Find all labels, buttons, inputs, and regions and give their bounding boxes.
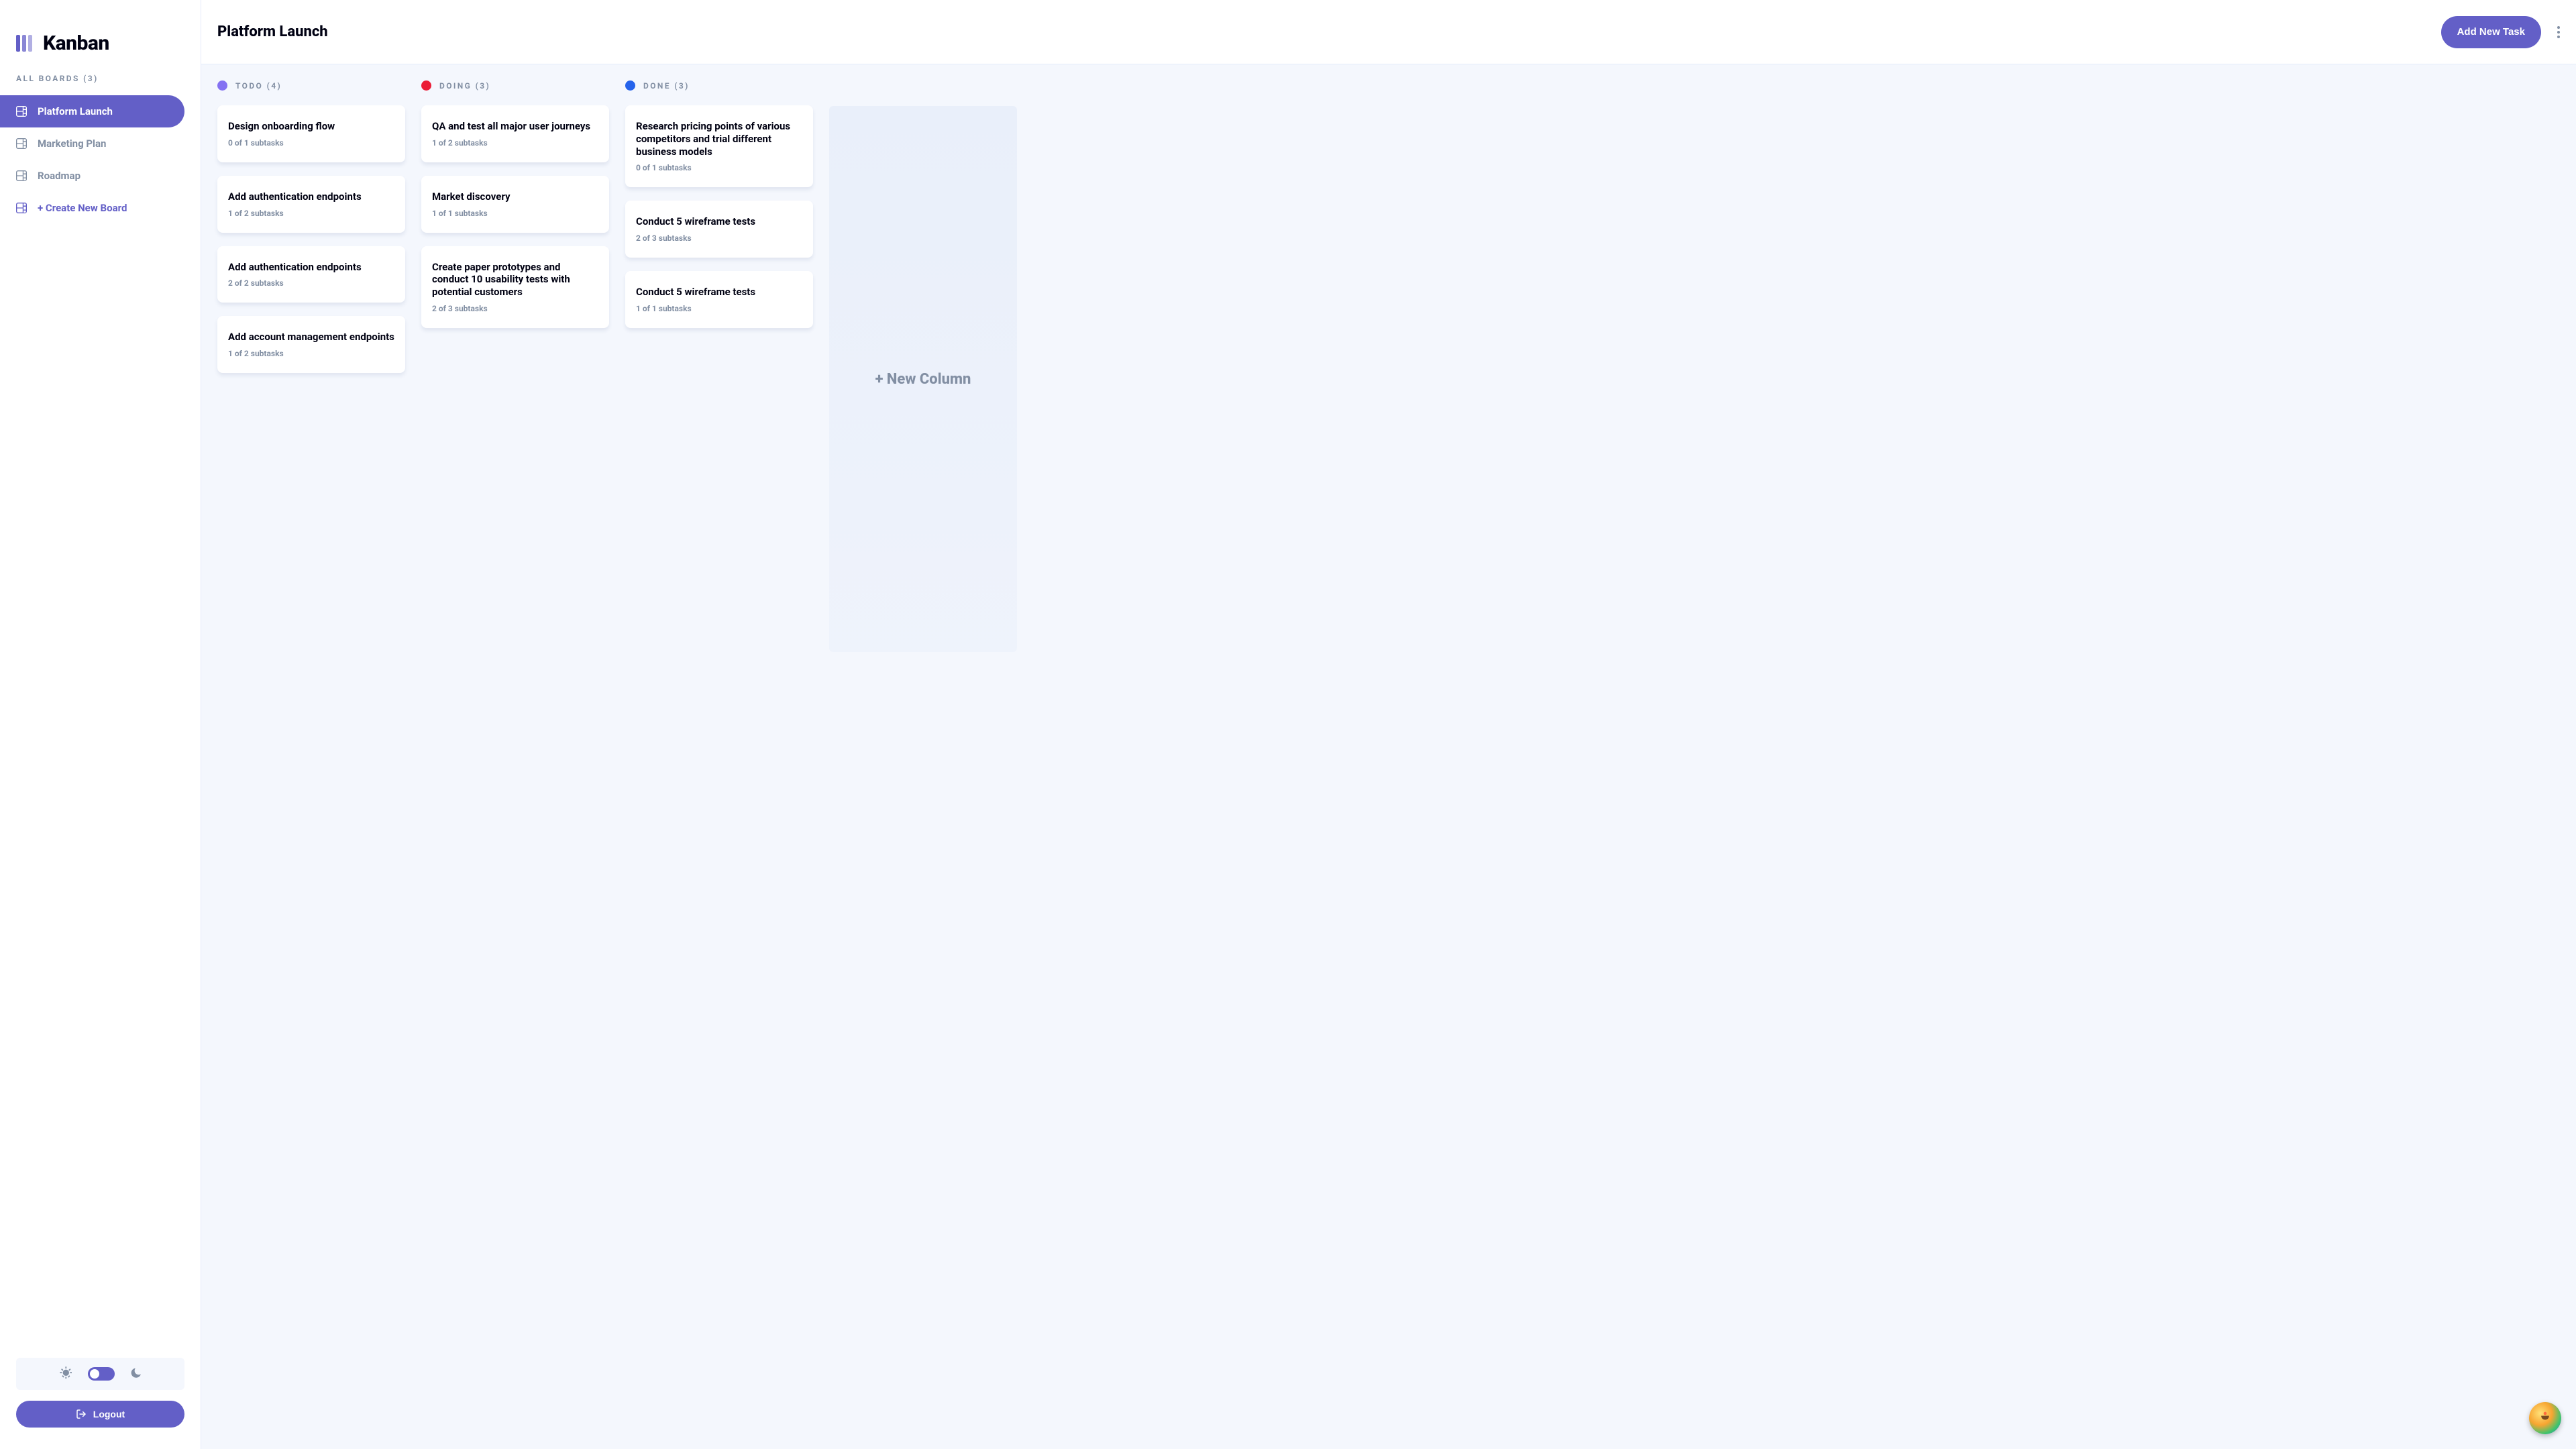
cards: Design onboarding flow 0 of 1 subtasks A… xyxy=(217,105,405,373)
task-card[interactable]: QA and test all major user journeys 1 of… xyxy=(421,105,609,162)
board-icon xyxy=(16,106,27,117)
task-card[interactable]: Add authentication endpoints 1 of 2 subt… xyxy=(217,176,405,233)
board-icon xyxy=(16,203,27,213)
topbar: Platform Launch Add New Task xyxy=(201,0,2576,64)
task-subtasks: 1 of 2 subtasks xyxy=(432,138,598,148)
theme-toggle xyxy=(16,1358,184,1390)
task-title: Market discovery xyxy=(432,191,598,203)
task-subtasks: 2 of 3 subtasks xyxy=(432,304,598,313)
task-card[interactable]: Design onboarding flow 0 of 1 subtasks xyxy=(217,105,405,162)
boards-heading: ALL BOARDS (3) xyxy=(0,64,201,95)
page-title: Platform Launch xyxy=(217,23,328,40)
logo-bars-icon xyxy=(16,35,32,52)
sidebar: Kanban ALL BOARDS (3) Platform Launch Ma… xyxy=(0,0,201,1449)
task-title: Research pricing points of various compe… xyxy=(636,120,802,158)
topbar-actions: Add New Task xyxy=(2441,16,2560,48)
new-column-label: + New Column xyxy=(875,371,971,388)
task-subtasks: 1 of 1 subtasks xyxy=(432,209,598,218)
task-title: QA and test all major user journeys xyxy=(432,120,598,133)
column-dot-icon xyxy=(421,80,431,91)
logout-button[interactable]: Logout xyxy=(16,1401,184,1428)
board-label: Platform Launch xyxy=(38,105,113,117)
board-label: Roadmap xyxy=(38,170,80,182)
floating-badge-icon[interactable] xyxy=(2529,1402,2561,1434)
task-card[interactable]: Market discovery 1 of 1 subtasks xyxy=(421,176,609,233)
column-header: DONE (3) xyxy=(625,80,813,91)
logout-icon xyxy=(76,1409,87,1419)
task-card[interactable]: Conduct 5 wireframe tests 1 of 1 subtask… xyxy=(625,271,813,328)
theme-switch[interactable] xyxy=(88,1367,115,1381)
task-subtasks: 1 of 2 subtasks xyxy=(228,209,394,218)
task-subtasks: 1 of 2 subtasks xyxy=(228,349,394,358)
cards: QA and test all major user journeys 1 of… xyxy=(421,105,609,328)
sidebar-board-marketing-plan[interactable]: Marketing Plan xyxy=(0,127,184,160)
cards: Research pricing points of various compe… xyxy=(625,105,813,328)
column-dot-icon xyxy=(217,80,227,91)
task-title: Add authentication endpoints xyxy=(228,261,394,274)
task-title: Add authentication endpoints xyxy=(228,191,394,203)
task-subtasks: 2 of 2 subtasks xyxy=(228,278,394,288)
board-columns: TODO (4) Design onboarding flow 0 of 1 s… xyxy=(201,64,2576,1449)
app-name: Kanban xyxy=(43,32,109,55)
new-column-button[interactable]: + New Column xyxy=(829,106,1017,652)
column-doing: DOING (3) QA and test all major user jou… xyxy=(421,80,609,328)
task-card[interactable]: Add account management endpoints 1 of 2 … xyxy=(217,316,405,373)
create-new-board[interactable]: + Create New Board xyxy=(0,192,184,224)
sidebar-bottom: Logout xyxy=(0,1358,201,1449)
create-board-label: + Create New Board xyxy=(38,202,127,214)
task-title: Conduct 5 wireframe tests xyxy=(636,286,802,299)
board-label: Marketing Plan xyxy=(38,138,106,150)
task-card[interactable]: Research pricing points of various compe… xyxy=(625,105,813,187)
task-subtasks: 0 of 1 subtasks xyxy=(636,163,802,172)
sidebar-board-platform-launch[interactable]: Platform Launch xyxy=(0,95,184,127)
add-new-task-button[interactable]: Add New Task xyxy=(2441,16,2541,48)
task-title: Design onboarding flow xyxy=(228,120,394,133)
column-title: TODO (4) xyxy=(235,81,282,91)
moon-icon xyxy=(131,1368,141,1381)
column-header: DOING (3) xyxy=(421,80,609,91)
task-title: Conduct 5 wireframe tests xyxy=(636,215,802,228)
column-todo: TODO (4) Design onboarding flow 0 of 1 s… xyxy=(217,80,405,373)
task-card[interactable]: Create paper prototypes and conduct 10 u… xyxy=(421,246,609,328)
column-dot-icon xyxy=(625,80,635,91)
board-list: Platform Launch Marketing Plan Roadmap +… xyxy=(0,95,201,224)
logout-label: Logout xyxy=(93,1409,125,1419)
column-done: DONE (3) Research pricing points of vari… xyxy=(625,80,813,328)
board-menu-icon[interactable] xyxy=(2555,21,2560,44)
column-title: DONE (3) xyxy=(643,81,690,91)
task-title: Add account management endpoints xyxy=(228,331,394,343)
task-subtasks: 1 of 1 subtasks xyxy=(636,304,802,313)
board-icon xyxy=(16,138,27,149)
column-title: DOING (3) xyxy=(439,81,490,91)
column-header: TODO (4) xyxy=(217,80,405,91)
sidebar-board-roadmap[interactable]: Roadmap xyxy=(0,160,184,192)
sun-icon xyxy=(60,1366,72,1381)
task-subtasks: 2 of 3 subtasks xyxy=(636,233,802,243)
task-title: Create paper prototypes and conduct 10 u… xyxy=(432,261,598,299)
board-icon xyxy=(16,170,27,181)
task-subtasks: 0 of 1 subtasks xyxy=(228,138,394,148)
task-card[interactable]: Conduct 5 wireframe tests 2 of 3 subtask… xyxy=(625,201,813,258)
main: Platform Launch Add New Task TODO (4) De… xyxy=(201,0,2576,1449)
task-card[interactable]: Add authentication endpoints 2 of 2 subt… xyxy=(217,246,405,303)
app-logo: Kanban xyxy=(0,0,201,64)
